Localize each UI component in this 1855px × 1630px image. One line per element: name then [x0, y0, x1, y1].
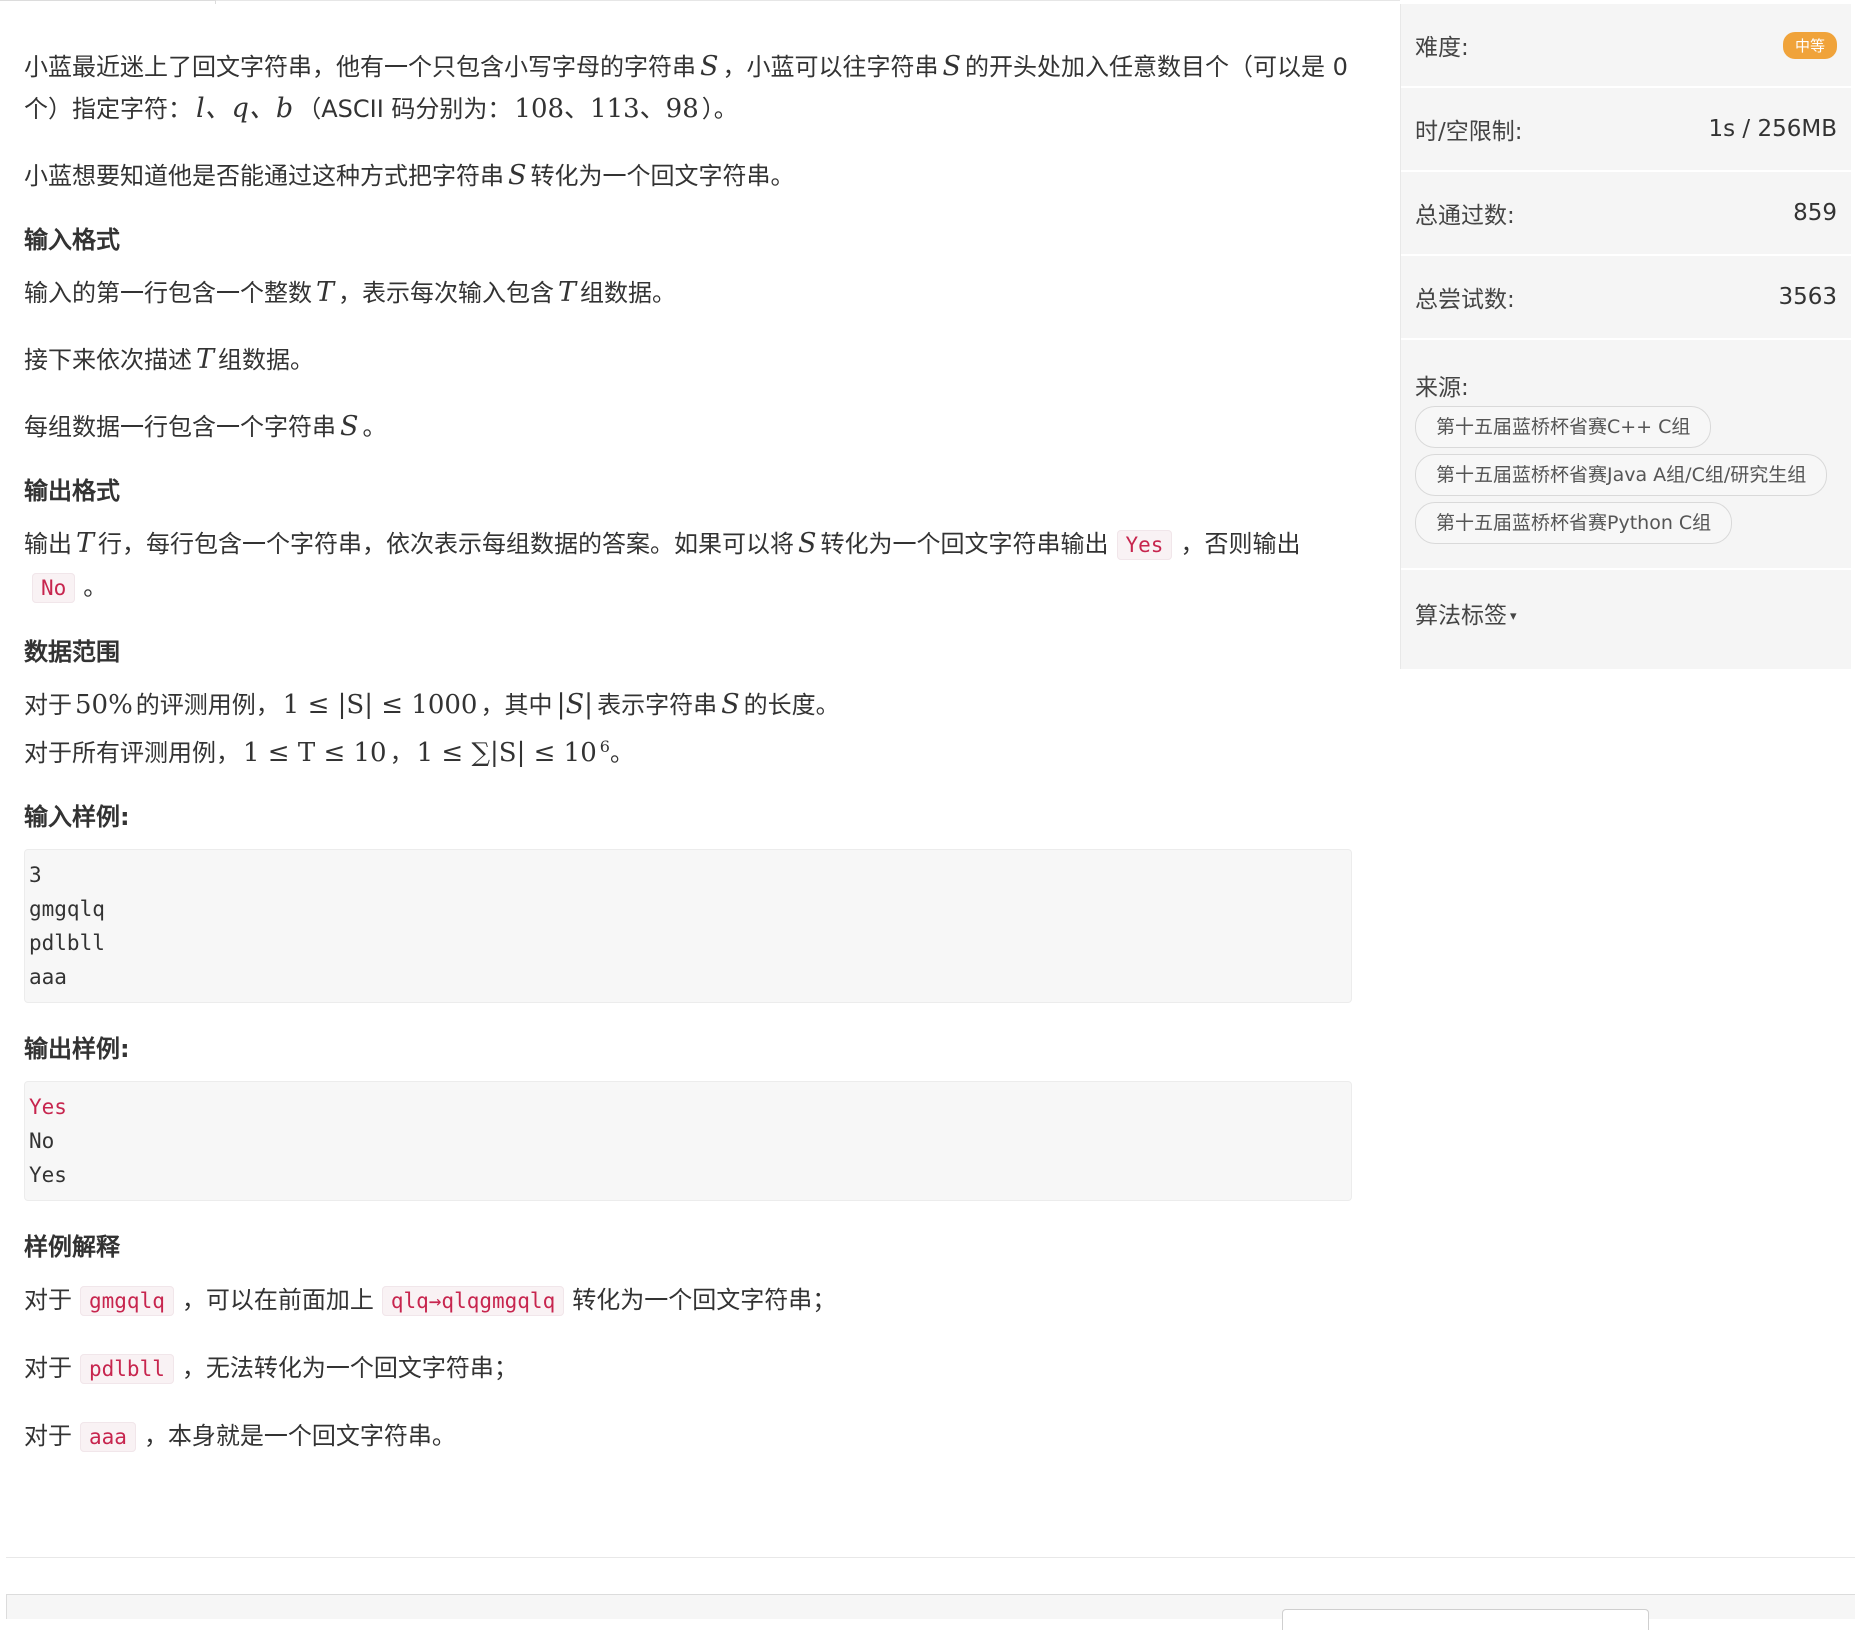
source-section: 来源: 第十五届蓝桥杯省赛C++ C组 第十五届蓝桥杯省赛Java A组/C组/… — [1401, 340, 1851, 570]
top-border — [0, 0, 1400, 5]
sample-input-line: pdlbll — [29, 931, 105, 955]
difficulty-row: 难度: 中等 — [1401, 4, 1851, 88]
source-tag-python[interactable]: 第十五届蓝桥杯省赛Python C组 — [1415, 502, 1733, 544]
passed-value: 859 — [1793, 200, 1837, 226]
difficulty-badge: 中等 — [1782, 31, 1837, 59]
inline-code-no: No — [32, 573, 76, 603]
content-divider — [6, 1557, 1855, 1558]
sample-input-heading: 输入样例: — [24, 803, 130, 831]
limits-label: 时/空限制: — [1415, 119, 1523, 145]
passed-label: 总通过数: — [1415, 203, 1515, 229]
tries-row: 总尝试数: 3563 — [1401, 256, 1851, 340]
sample-output-line: Yes — [29, 1095, 67, 1119]
inline-code: qlq→qlqgmgqlq — [381, 1286, 565, 1316]
sample-input-line: 3 — [29, 863, 42, 887]
input-line-3: 每组数据一行包含一个字符串 S。 — [24, 411, 387, 442]
goal-paragraph: 小蓝想要知道他是否能通过这种方式把字符串 S 转化为一个回文字符串。 — [24, 160, 795, 191]
input-line-2: 接下来依次描述 T 组数据。 — [24, 344, 315, 375]
explanation-1: 对于 gmgqlq ，可以在前面加上 qlq→qlqgmgqlq 转化为一个回文字符串； — [24, 1286, 837, 1316]
input-line-1: 输入的第一行包含一个整数 T ，表示每次输入包含 T 组数据。 — [24, 277, 677, 308]
tries-value: 3563 — [1778, 284, 1837, 310]
bottom-input-box[interactable] — [1282, 1609, 1649, 1630]
limits-value: 1s / 256MB — [1708, 116, 1837, 142]
inline-code: gmgqlq — [80, 1286, 174, 1316]
sample-input-line: aaa — [29, 965, 67, 989]
sample-output-line: Yes — [29, 1163, 67, 1187]
output-description: 输出 T 行，每行包含一个字符串，依次表示每组数据的答案。如果可以将 S 转化为一个回文… — [24, 528, 1301, 603]
input-format-heading: 输入格式 — [24, 226, 120, 254]
sample-output-heading: 输出样例: — [24, 1035, 130, 1063]
difficulty-label: 难度: — [1415, 35, 1469, 61]
explanation-heading: 样例解释 — [24, 1233, 120, 1261]
sample-input-line: gmgqlq — [29, 897, 105, 921]
tries-label: 总尝试数: — [1415, 287, 1515, 313]
limits-row: 时/空限制: 1s / 256MB — [1401, 88, 1851, 172]
range-line-1: 对于 50% 的评测用例， 1 ≤ |S| ≤ 1000 ，其中 |S| 表示字符串 S 的长度… — [24, 689, 840, 720]
source-tag-java[interactable]: 第十五届蓝桥杯省赛Java A组/C组/研究生组 — [1415, 454, 1828, 496]
passed-row: 总通过数: 859 — [1401, 172, 1851, 256]
inline-code-yes: Yes — [1116, 530, 1173, 560]
source-tag-cpp[interactable]: 第十五届蓝桥杯省赛C++ C组 — [1415, 406, 1712, 448]
sample-output-block: Yes No Yes — [24, 1081, 1352, 1201]
source-label: 来源: — [1415, 375, 1469, 401]
tab-edge — [0, 0, 216, 4]
bottom-panel — [6, 1594, 1855, 1630]
output-format-heading: 输出格式 — [24, 477, 120, 505]
algorithm-tags-label: 算法标签 — [1415, 603, 1507, 629]
range-line-2: 对于所有评测用例， 1 ≤ T ≤ 10， 1 ≤ ∑|S| ≤ 10 6。 — [24, 737, 634, 768]
problem-content: 小蓝最近迷上了回文字符串，他有一个只包含小写字母的字符串 S ，小蓝可以往字符串 S 的… — [24, 46, 1360, 1483]
explanation-2: 对于 pdlbll ，无法转化为一个回文字符串； — [24, 1354, 518, 1384]
data-range-heading: 数据范围 — [24, 638, 120, 666]
inline-code: aaa — [80, 1422, 136, 1452]
inline-code: pdlbll — [80, 1354, 174, 1384]
problem-info-sidebar: 难度: 中等 时/空限制: 1s / 256MB 总通过数: 859 总尝试数:… — [1400, 4, 1851, 669]
explanation-3: 对于 aaa ，本身就是一个回文字符串。 — [24, 1422, 456, 1452]
algorithm-tags-toggle[interactable]: 算法标签 ▾ — [1401, 570, 1851, 656]
sample-input-block: 3 gmgqlq pdlbll aaa — [24, 849, 1352, 1003]
sample-output-line: No — [29, 1129, 55, 1153]
intro-paragraph: 小蓝最近迷上了回文字符串，他有一个只包含小写字母的字符串 S ，小蓝可以往字符串 S 的… — [24, 51, 1348, 124]
caret-down-icon: ▾ — [1510, 609, 1517, 624]
